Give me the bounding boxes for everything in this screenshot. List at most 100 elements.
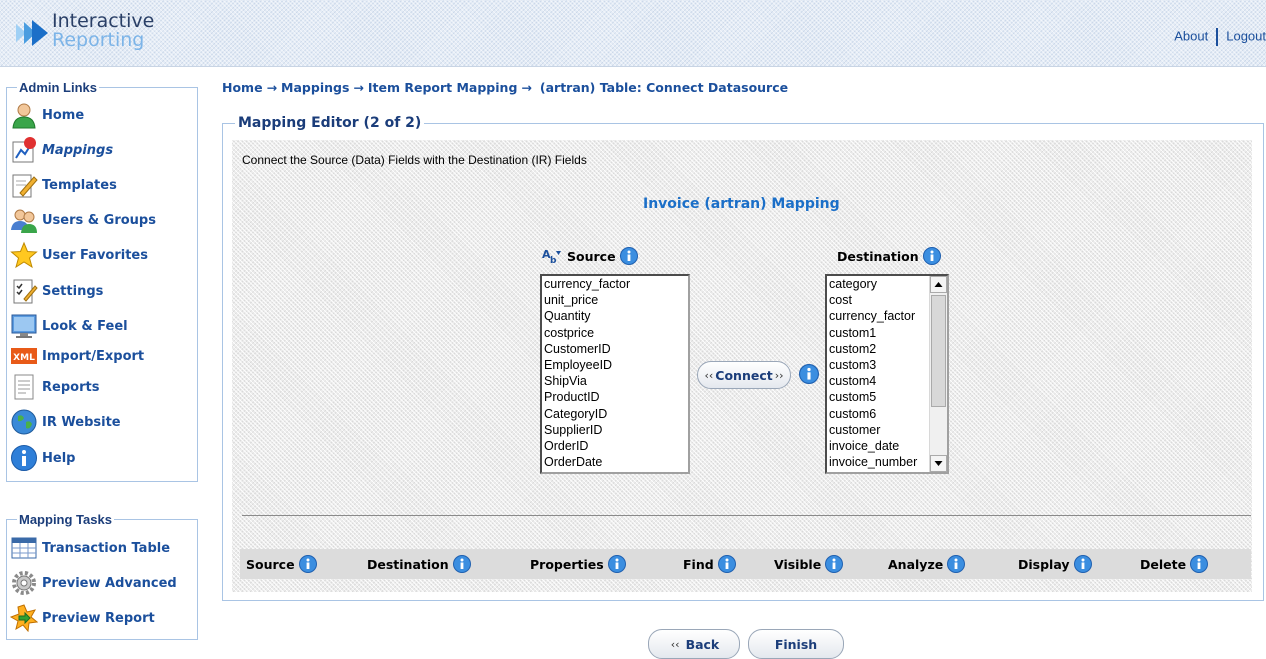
source-option[interactable]: costprice [542, 325, 688, 341]
grid-col-label: Display [1018, 556, 1070, 572]
left-angles-icon: ‹‹ [670, 637, 680, 651]
mapping-grid-header: Source Destination Properties Find Visib… [240, 549, 1251, 579]
source-option[interactable]: unit_price [542, 292, 688, 308]
destination-option[interactable]: custom5 [827, 389, 929, 405]
info-icon[interactable] [799, 364, 819, 384]
source-option[interactable]: Quantity [542, 308, 688, 324]
finish-button[interactable]: Finish [748, 629, 844, 659]
task-label: Preview Advanced [42, 575, 177, 591]
preview-report-icon [10, 604, 38, 632]
mappings-chart-icon [12, 137, 36, 163]
destination-option[interactable]: invoice_number [827, 454, 929, 470]
connect-button[interactable]: ‹‹ Connect ›› [697, 361, 791, 389]
breadcrumb-item-report-mapping[interactable]: Item Report Mapping [368, 80, 518, 95]
task-label: Preview Report [42, 610, 155, 626]
xml-icon: XML [11, 348, 37, 364]
grid-col-label: Find [683, 556, 714, 572]
link-divider [1216, 28, 1219, 46]
users-icon [11, 209, 37, 233]
sidebar-item-look-feel[interactable]: Look & Feel [10, 312, 128, 340]
gear-icon [12, 571, 36, 595]
sidebar-item-label: IR Website [42, 414, 121, 430]
sidebar-item-import-export[interactable]: XML Import/Export [10, 342, 144, 370]
admin-links-title: Admin Links [19, 80, 98, 95]
destination-option[interactable]: custom2 [827, 341, 929, 357]
grid-col-label: Visible [774, 556, 822, 572]
sidebar-item-label: Home [42, 107, 85, 123]
grid-col-source: Source [246, 555, 317, 573]
grid-col-visible: Visible [774, 555, 844, 573]
grid-col-label: Analyze [888, 556, 944, 572]
monitor-icon [11, 314, 37, 338]
info-icon[interactable] [1190, 555, 1209, 573]
source-option[interactable]: CustomerID [542, 341, 688, 357]
info-icon[interactable] [452, 555, 471, 573]
info-icon[interactable] [922, 247, 941, 265]
back-button[interactable]: ‹‹ Back [648, 629, 740, 659]
sidebar-item-home[interactable]: Home [10, 101, 84, 129]
sidebar-item-templates[interactable]: Templates [10, 171, 117, 199]
mapping-editor-title: Mapping Editor (2 of 2) [238, 115, 422, 131]
destination-option[interactable]: currency_factor [827, 308, 929, 324]
source-option[interactable]: EmployeeID [542, 357, 688, 373]
sidebar-item-label: Look & Feel [42, 318, 128, 334]
destination-option[interactable]: cost [827, 292, 929, 308]
sidebar-item-label: User Favorites [42, 247, 148, 263]
info-icon[interactable] [619, 247, 638, 265]
info-icon[interactable] [825, 555, 844, 573]
source-option[interactable]: ShipVia [542, 373, 688, 389]
info-icon [11, 445, 37, 471]
destination-scrollbar[interactable] [929, 276, 947, 472]
info-icon[interactable] [717, 555, 736, 573]
source-option[interactable]: OrderDate [542, 454, 688, 470]
source-fields-list[interactable]: currency_factor unit_price Quantity cost… [540, 274, 690, 474]
home-person-icon [12, 103, 36, 129]
sidebar-item-users-groups[interactable]: Users & Groups [10, 206, 156, 234]
grid-col-destination: Destination [367, 555, 471, 573]
info-icon[interactable] [298, 555, 317, 573]
settings-checklist-icon [13, 279, 38, 304]
sidebar-item-label: Import/Export [42, 348, 145, 364]
source-option[interactable]: OrderID [542, 438, 688, 454]
chevron-down-icon [934, 461, 943, 466]
sidebar-item-reports[interactable]: Reports [10, 373, 99, 401]
task-preview-advanced[interactable]: Preview Advanced [10, 569, 177, 597]
sidebar-item-help[interactable]: Help [10, 444, 75, 472]
destination-header: Destination [837, 247, 941, 265]
finish-label: Finish [774, 636, 818, 652]
logout-link[interactable]: Logout [1226, 28, 1266, 43]
destination-fields-list[interactable]: category cost currency_factor custom1 cu… [825, 274, 949, 474]
task-preview-report[interactable]: Preview Report [10, 604, 155, 632]
globe-icon [11, 409, 37, 435]
sidebar-item-user-favorites[interactable]: User Favorites [10, 241, 148, 269]
destination-option[interactable]: custom4 [827, 373, 929, 389]
sort-az-icon[interactable]: A b [541, 247, 563, 265]
chevron-up-icon [934, 282, 943, 287]
sidebar-item-ir-website[interactable]: IR Website [10, 408, 121, 436]
info-icon[interactable] [947, 555, 966, 573]
info-icon[interactable] [607, 555, 626, 573]
scroll-down-button[interactable] [930, 455, 947, 472]
scroll-up-button[interactable] [930, 276, 947, 293]
destination-option[interactable]: invoice_date [827, 438, 929, 454]
destination-option[interactable]: customer [827, 422, 929, 438]
sidebar-item-label: Users & Groups [42, 212, 156, 228]
about-link[interactable]: About [1174, 28, 1208, 43]
destination-option[interactable]: category [827, 276, 929, 292]
task-transaction-table[interactable]: Transaction Table [10, 534, 170, 562]
sidebar-item-mappings[interactable]: Mappings [10, 136, 113, 164]
source-option[interactable]: SupplierID [542, 422, 688, 438]
svg-text:b: b [550, 256, 557, 265]
destination-option[interactable]: custom1 [827, 325, 929, 341]
sidebar-item-settings[interactable]: Settings [10, 277, 103, 305]
destination-option[interactable]: custom6 [827, 406, 929, 422]
source-option[interactable]: CategoryID [542, 406, 688, 422]
scroll-thumb[interactable] [931, 295, 946, 407]
info-icon[interactable] [1073, 555, 1092, 573]
source-option[interactable]: currency_factor [542, 276, 688, 292]
destination-option[interactable]: custom3 [827, 357, 929, 373]
breadcrumb-home[interactable]: Home [222, 80, 263, 95]
source-option[interactable]: ProductID [542, 389, 688, 405]
breadcrumb-mappings[interactable]: Mappings [281, 80, 349, 95]
grid-col-label: Source [246, 556, 295, 572]
